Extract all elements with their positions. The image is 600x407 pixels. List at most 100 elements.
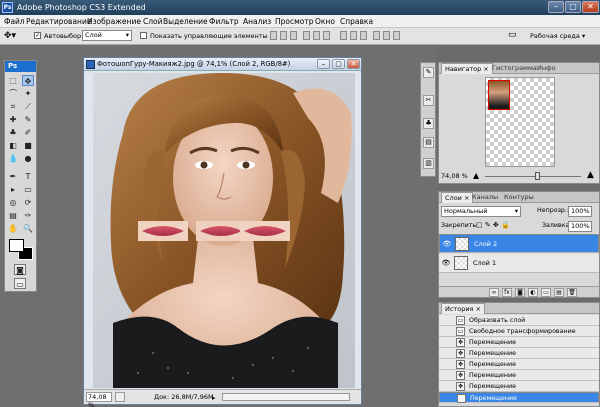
layer-style-icon[interactable]: fx: [502, 288, 512, 297]
notes-tool-icon[interactable]: ▤: [7, 210, 19, 221]
move-tool-icon[interactable]: ✥▾: [4, 31, 16, 41]
history-item[interactable]: ✥ Перемещение: [439, 359, 599, 370]
menu-item-help[interactable]: Справка: [340, 16, 373, 27]
align-top-icon[interactable]: [270, 31, 277, 40]
gradient-tool-icon[interactable]: ■: [22, 140, 34, 151]
clone-source-panel-icon[interactable]: ♣: [423, 118, 434, 129]
close-button[interactable]: ✕: [582, 1, 599, 13]
distribute-bottom-icon[interactable]: [360, 31, 367, 40]
brush-tool-icon[interactable]: ✎: [22, 114, 34, 125]
zoom-slider[interactable]: [485, 176, 581, 177]
zoom-tool-icon[interactable]: 🔍: [22, 223, 34, 234]
horizontal-scrollbar[interactable]: [222, 393, 350, 401]
menu-item-analysis[interactable]: Анализ: [243, 16, 271, 27]
actions-panel-icon[interactable]: ▥: [423, 158, 434, 169]
document-title-bar[interactable]: ФотошопГуру-Макияж2.jpg @ 74,1% (Слой 2,…: [84, 58, 361, 71]
document-close-button[interactable]: ✕: [347, 59, 360, 69]
eyedropper-tool-icon[interactable]: ✑: [22, 210, 34, 221]
minimize-button[interactable]: –: [548, 1, 564, 13]
tab-info[interactable]: Инфо: [534, 63, 559, 74]
layer-mask-icon[interactable]: ◙: [515, 288, 525, 297]
tab-histogram[interactable]: Гистограмма: [489, 63, 540, 74]
distribute-top-icon[interactable]: [340, 31, 347, 40]
opacity-field[interactable]: 100%: [568, 206, 592, 217]
align-vcenter-icon[interactable]: [280, 31, 287, 40]
document-maximize-button[interactable]: ▢: [332, 59, 345, 69]
layer-comps-panel-icon[interactable]: ▤: [423, 137, 434, 148]
tab-paths[interactable]: Контуры: [501, 192, 537, 203]
zoom-field[interactable]: 74,08 %: [86, 392, 112, 407]
quick-mask-icon[interactable]: ◙: [14, 264, 26, 275]
path-selection-tool-icon[interactable]: ▸: [7, 184, 19, 195]
autoselect-checkbox[interactable]: ✓: [34, 32, 41, 39]
3d-orbit-tool-icon[interactable]: ⟳: [22, 197, 34, 208]
navigator-view-box[interactable]: [488, 80, 510, 110]
crop-tool-icon[interactable]: ⌗: [7, 101, 19, 112]
tab-channels[interactable]: Каналы: [469, 192, 501, 203]
history-brush-icon[interactable]: [443, 394, 453, 403]
3d-rotate-tool-icon[interactable]: ◎: [7, 197, 19, 208]
tab-navigator[interactable]: Навигатор ×: [441, 63, 493, 74]
navigator-preview[interactable]: [485, 77, 555, 167]
magic-wand-tool-icon[interactable]: ✦: [22, 88, 34, 99]
eraser-tool-icon[interactable]: ◧: [7, 140, 19, 151]
history-item[interactable]: ▭ Образовать слой: [439, 315, 599, 326]
menu-item-select[interactable]: Выделение: [163, 16, 208, 27]
menu-item-filter[interactable]: Фильтр: [209, 16, 239, 27]
navigator-zoom[interactable]: 74,08 %: [441, 172, 468, 180]
history-item[interactable]: ▭ Свободное трансформирование: [439, 326, 599, 337]
panel-well-icon[interactable]: ▭: [508, 30, 517, 40]
new-group-icon[interactable]: ▭: [541, 288, 551, 297]
align-hcenter-icon[interactable]: [313, 31, 320, 40]
type-tool-icon[interactable]: T: [22, 171, 34, 182]
screen-mode-icon[interactable]: ▭: [14, 278, 26, 289]
layer-row-2[interactable]: 👁 Слой 1: [439, 254, 599, 273]
maximize-button[interactable]: ▢: [565, 1, 581, 13]
history-item-selected[interactable]: ✥ Перемещение: [439, 392, 599, 403]
zoom-out-icon[interactable]: ▲: [473, 171, 479, 180]
healing-brush-tool-icon[interactable]: ✚: [7, 114, 19, 125]
menu-item-window[interactable]: Окно: [315, 16, 335, 27]
distribute-hcenter-icon[interactable]: [383, 31, 390, 40]
history-item[interactable]: ✥ Перемещение: [439, 370, 599, 381]
image-canvas[interactable]: [93, 73, 355, 388]
distribute-right-icon[interactable]: [393, 31, 400, 40]
tab-history[interactable]: История ×: [441, 303, 485, 314]
eye-icon[interactable]: 👁: [441, 258, 451, 268]
history-brush-icon[interactable]: [442, 349, 452, 358]
marquee-tool-icon[interactable]: ⬚: [7, 75, 19, 86]
adjustment-layer-icon[interactable]: ◐: [528, 288, 538, 297]
menu-item-image[interactable]: Изображение: [87, 16, 141, 27]
menu-item-file[interactable]: Файл: [4, 16, 25, 27]
distribute-vcenter-icon[interactable]: [350, 31, 357, 40]
zoom-slider-thumb[interactable]: [534, 172, 540, 180]
lasso-tool-icon[interactable]: ⌒: [7, 88, 19, 99]
tool-presets-panel-icon[interactable]: ✂: [423, 95, 434, 106]
distribute-left-icon[interactable]: [373, 31, 380, 40]
slice-tool-icon[interactable]: ⟋: [22, 101, 34, 112]
eye-icon[interactable]: 👁: [442, 239, 452, 249]
history-brush-icon[interactable]: [442, 371, 452, 380]
align-bottom-icon[interactable]: [290, 31, 297, 40]
show-controls-checkbox[interactable]: [140, 32, 147, 39]
history-item[interactable]: ✥ Перемещение: [439, 348, 599, 359]
menu-item-layer[interactable]: Слой: [143, 16, 163, 27]
history-brush-icon[interactable]: [442, 360, 452, 369]
status-menu-arrow-icon[interactable]: ▸: [212, 394, 216, 402]
dodge-tool-icon[interactable]: ●: [22, 153, 34, 164]
history-item[interactable]: ✥ Перемещение: [439, 381, 599, 392]
fill-field[interactable]: 100%: [568, 221, 592, 232]
lock-icons[interactable]: ▢ ✎ ✥ 🔒: [476, 221, 510, 229]
blend-mode-dropdown[interactable]: Нормальный ▾: [441, 206, 521, 217]
autoselect-dropdown[interactable]: Слой ▾: [82, 30, 132, 41]
history-brush-icon[interactable]: [442, 316, 452, 325]
pen-tool-icon[interactable]: ✒: [7, 171, 19, 182]
history-brush-icon[interactable]: [442, 338, 452, 347]
zoom-in-icon[interactable]: ▲: [587, 170, 594, 180]
history-brush-icon[interactable]: [442, 327, 452, 336]
layer-row-1[interactable]: 👁 Слой 2: [439, 234, 599, 253]
workspace-dropdown[interactable]: Рабочая среда ▾: [530, 31, 585, 41]
align-right-icon[interactable]: [323, 31, 330, 40]
align-left-icon[interactable]: [303, 31, 310, 40]
history-brush-tool-icon[interactable]: ✐: [22, 127, 34, 138]
